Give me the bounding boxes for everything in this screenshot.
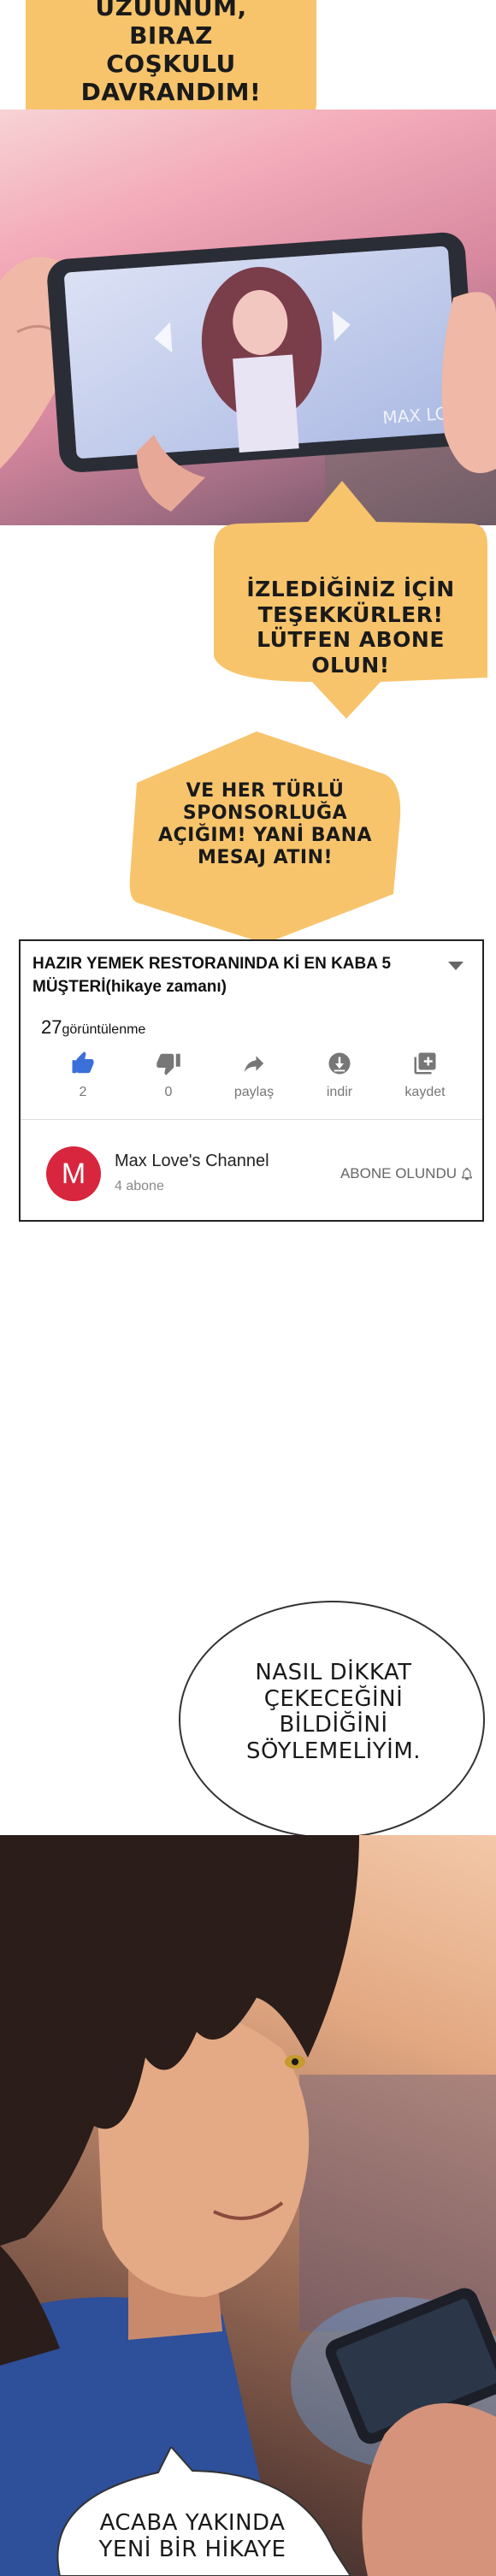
thumbs-up-icon	[72, 1051, 94, 1074]
bell-icon[interactable]	[460, 1165, 474, 1182]
chevron-down-icon[interactable]	[448, 962, 464, 970]
like-button[interactable]: 2	[49, 1051, 117, 1100]
bubble-top-text: UZUUNUM, BIRAZ COŞKULU DAVRANDIM!	[80, 0, 262, 107]
bubble-sponsor-text: VE HER TÜRLÜ SPONSORLUĞA AÇIĞIM! YANİ BA…	[157, 780, 373, 868]
channel-name[interactable]: Max Love's Channel	[115, 1152, 269, 1171]
save-button[interactable]: kaydet	[391, 1051, 459, 1100]
save-icon	[414, 1052, 436, 1075]
bubble-bottom-text: ACABA YAKINDA YENİ BİR HİKAYE	[98, 2510, 286, 2562]
divider	[21, 1119, 482, 1120]
share-button[interactable]: paylaş	[220, 1051, 288, 1100]
bubble-attention-text: NASIL DİKKAT ÇEKECEĞİNİ BİLDİĞİNİ SÖYLEM…	[245, 1660, 422, 1765]
avatar[interactable]: M	[46, 1146, 101, 1201]
subscribe-button[interactable]: ABONE OLUNDU	[340, 1165, 457, 1182]
video-title: HAZIR YEMEK RESTORANINDA Kİ EN KABA 5 MÜ…	[32, 955, 392, 996]
thumbs-down-icon	[156, 1053, 180, 1075]
subscriber-count: 4 abone	[115, 1179, 164, 1193]
view-count: 27görüntülenme	[41, 1016, 146, 1038]
video-info-card: HAZIR YEMEK RESTORANINDA Kİ EN KABA 5 MÜ…	[19, 939, 484, 1222]
download-button[interactable]: indir	[305, 1051, 374, 1100]
download-icon	[328, 1052, 351, 1075]
dislike-button[interactable]: 0	[134, 1051, 203, 1100]
comic-panel-phone: MAX LOVE	[0, 110, 496, 525]
share-icon	[244, 1056, 264, 1072]
bubble-thanks-text: İZLEDİĞİNİZ İÇİN TEŞEKKÜRLER! LÜTFEN ABO…	[246, 577, 455, 678]
